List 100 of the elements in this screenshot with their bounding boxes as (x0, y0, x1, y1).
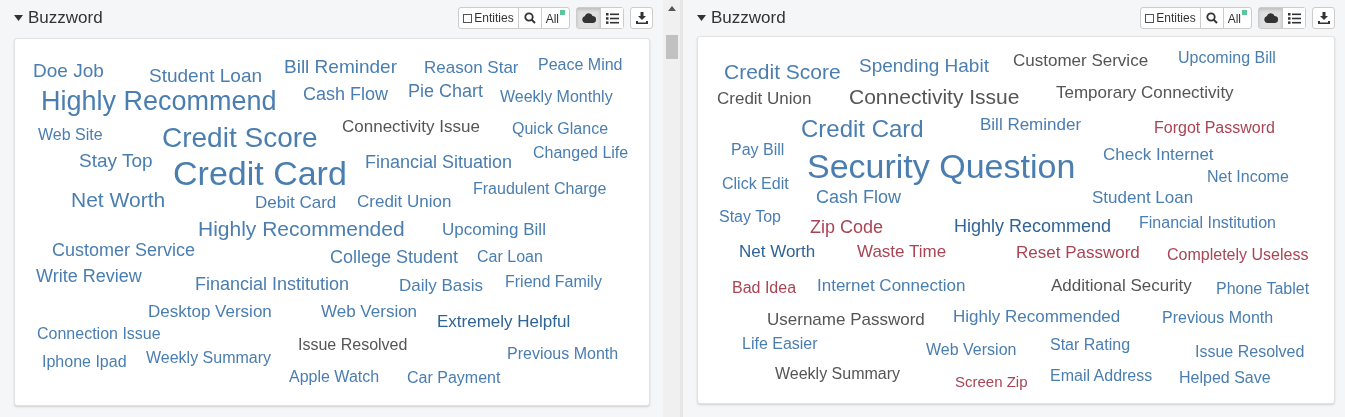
scroll-up-icon[interactable] (667, 6, 676, 11)
cloud-word[interactable]: Previous Month (1162, 310, 1274, 327)
entities-checkbox[interactable]: Entities (459, 8, 519, 28)
cloud-word[interactable]: Bad Idea (732, 280, 797, 297)
caret-icon[interactable] (697, 15, 706, 21)
search-icon (523, 12, 536, 24)
scrollbar-thumb[interactable] (665, 35, 678, 59)
cloud-word[interactable]: Desktop Version (148, 302, 272, 320)
search-icon (1205, 12, 1218, 24)
cloud-word[interactable]: Web Version (926, 342, 1017, 359)
cloud-word[interactable]: Stay Top (79, 150, 153, 170)
cloud-word[interactable]: Connection Issue (37, 326, 161, 343)
cloud-word[interactable]: Extremely Helpful (437, 312, 571, 330)
panel-title: Buzzword (28, 7, 103, 30)
cloud-word[interactable]: Internet Connection (817, 276, 966, 294)
cloud-word[interactable]: Car Payment (407, 370, 501, 387)
cloud-word[interactable]: Spending Habit (859, 55, 989, 75)
cloud-word[interactable]: Pie Chart (408, 82, 484, 101)
cloud-word[interactable]: Financial Institution (1139, 215, 1276, 232)
list-view-button[interactable] (1282, 8, 1305, 28)
cloud-word[interactable]: Forgot Password (1154, 120, 1275, 137)
cloud-word[interactable]: Credit Union (717, 89, 812, 107)
cloud-word[interactable]: Web Version (321, 302, 418, 320)
download-icon (1317, 12, 1330, 24)
cloud-word[interactable]: Upcoming Bill (442, 220, 546, 238)
cloud-word[interactable]: Debit Card (255, 193, 337, 211)
cloud-word[interactable]: Credit Score (162, 123, 318, 152)
cloud-word[interactable]: Star Rating (1050, 337, 1131, 354)
cloud-word[interactable]: Customer Service (52, 241, 196, 260)
cloud-word[interactable]: Click Edit (722, 176, 789, 193)
cloud-word[interactable]: Additional Security (1051, 276, 1192, 294)
cloud-word[interactable]: Iphone Ipad (42, 354, 127, 371)
cloud-word[interactable]: Phone Tablet (1216, 281, 1310, 298)
cloud-word[interactable]: Reason Star (424, 58, 519, 76)
cloud-word[interactable]: Bill Reminder (284, 56, 397, 76)
cloud-word[interactable]: Connectivity Issue (849, 86, 1020, 108)
cloud-word[interactable]: Security Question (807, 149, 1076, 184)
cloud-word[interactable]: Issue Resolved (298, 337, 408, 354)
cloud-word[interactable]: Email Address (1050, 368, 1153, 385)
cloud-word[interactable]: Credit Card (173, 156, 347, 191)
scope-button[interactable]: All (1223, 8, 1251, 28)
cloud-word[interactable]: Helped Save (1179, 370, 1271, 387)
list-view-button[interactable] (600, 8, 623, 28)
cloud-word[interactable]: Daily Basis (399, 276, 484, 294)
cloud-word[interactable]: Issue Resolved (1195, 344, 1305, 361)
cloud-word[interactable]: Cash Flow (303, 85, 389, 104)
cloud-word[interactable]: Quick Glance (512, 121, 609, 138)
cloud-word[interactable]: Weekly Summary (775, 366, 901, 383)
download-button[interactable] (1312, 7, 1335, 29)
cloud-word[interactable]: Fraudulent Charge (473, 181, 607, 198)
cloud-word[interactable]: Completely Useless (1167, 247, 1309, 264)
cloud-word[interactable]: Student Loan (1092, 188, 1194, 206)
cloud-word[interactable]: Doe Job (33, 60, 104, 80)
cloud-word[interactable]: Highly Recommend (41, 88, 277, 116)
cloud-word[interactable]: Net Worth (739, 242, 816, 260)
cloud-word[interactable]: Credit Score (724, 61, 841, 83)
cloud-word[interactable]: Weekly Monthly (500, 89, 613, 106)
cloud-word[interactable]: Highly Recommended (953, 307, 1121, 325)
cloud-word[interactable]: Apple Watch (289, 369, 380, 386)
cloud-word[interactable]: Bill Reminder (980, 115, 1082, 133)
cloud-word[interactable]: Net Worth (71, 189, 166, 211)
cloud-word[interactable]: Highly Recommended (198, 218, 405, 240)
cloud-word[interactable]: Screen Zip (955, 373, 1028, 389)
cloud-word[interactable]: Cash Flow (816, 188, 902, 207)
cloud-word[interactable]: Weekly Summary (146, 350, 272, 367)
cloud-word[interactable]: Customer Service (1013, 51, 1149, 69)
cloud-word[interactable]: Life Easier (742, 336, 818, 353)
download-button[interactable] (630, 7, 653, 29)
cloud-word[interactable]: Changed Life (533, 145, 629, 162)
download-icon (635, 12, 648, 24)
cloud-word[interactable]: Connectivity Issue (342, 117, 480, 135)
caret-icon[interactable] (14, 15, 23, 21)
cloud-view-button[interactable] (1259, 8, 1282, 28)
cloud-word[interactable]: Check Internet (1103, 145, 1214, 163)
scrollbar[interactable] (663, 0, 680, 417)
scope-button[interactable]: All (541, 8, 569, 28)
cloud-word[interactable]: Car Loan (477, 249, 543, 266)
cloud-word[interactable]: Friend Family (505, 274, 602, 291)
cloud-word[interactable]: Zip Code (810, 218, 884, 237)
cloud-word[interactable]: Upcoming Bill (1178, 50, 1276, 67)
cloud-word[interactable]: Write Review (36, 267, 142, 286)
cloud-word[interactable]: Credit Card (801, 116, 924, 141)
cloud-word[interactable]: Highly Recommend (954, 217, 1112, 236)
cloud-word[interactable]: Student Loan (149, 65, 263, 85)
cloud-view-button[interactable] (577, 8, 600, 28)
cloud-word[interactable]: Web Site (38, 127, 103, 144)
cloud-word[interactable]: College Student (330, 248, 459, 267)
cloud-word[interactable]: Credit Union (357, 192, 452, 210)
cloud-word[interactable]: Reset Password (1016, 243, 1140, 261)
cloud-word[interactable]: Username Password (767, 310, 925, 328)
cloud-word[interactable]: Waste Time (857, 242, 947, 260)
cloud-word[interactable]: Previous Month (507, 346, 619, 363)
entities-checkbox[interactable]: Entities (1141, 8, 1201, 28)
cloud-word[interactable]: Financial Institution (195, 275, 350, 294)
cloud-word[interactable]: Peace Mind (538, 57, 623, 74)
cloud-word[interactable]: Temporary Connectivity (1056, 83, 1234, 101)
cloud-word[interactable]: Pay Bill (731, 142, 785, 159)
cloud-word[interactable]: Net Income (1207, 169, 1289, 186)
cloud-word[interactable]: Financial Situation (365, 153, 513, 172)
cloud-word[interactable]: Stay Top (719, 209, 781, 226)
